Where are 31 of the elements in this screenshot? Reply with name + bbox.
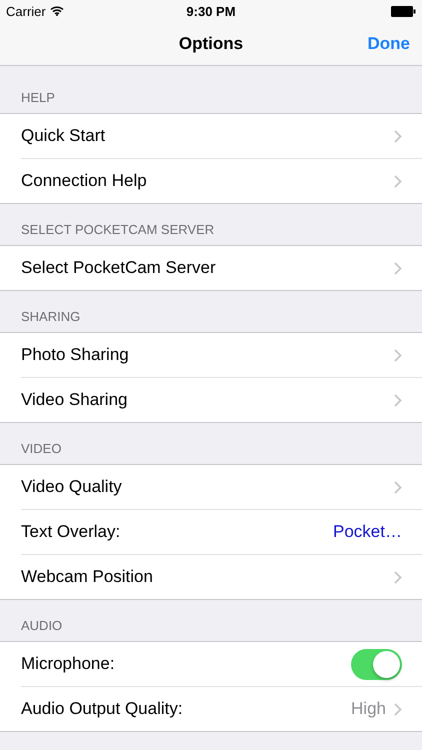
- row-label[interactable]: Connection Help: [21, 171, 147, 191]
- chevron-icon: [394, 702, 402, 716]
- row-label[interactable]: Text Overlay:: [21, 522, 120, 542]
- section-header: VIDEO: [21, 441, 62, 456]
- row-label[interactable]: Microphone:: [21, 654, 115, 674]
- chevron-icon: [394, 130, 402, 142]
- nav-title: Options: [178, 34, 244, 54]
- toggle-switch[interactable]: [351, 648, 402, 680]
- section-header: HELP: [21, 90, 55, 105]
- row-value: High: [351, 699, 386, 719]
- row-label[interactable]: Select PocketCam Server: [21, 258, 216, 278]
- chevron-icon: [394, 348, 402, 362]
- section-header: SHARING: [21, 309, 80, 324]
- chevron-icon: [394, 394, 402, 406]
- row-value: Pocket…: [333, 522, 402, 542]
- carrier-label: Carrier: [6, 4, 46, 18]
- row-label[interactable]: Audio Output Quality:: [21, 699, 183, 719]
- chevron-icon: [394, 570, 402, 584]
- chevron-icon: [394, 174, 402, 188]
- chevron-icon: [394, 480, 402, 494]
- row-label[interactable]: Webcam Position: [21, 567, 153, 587]
- row-label[interactable]: Video Quality: [21, 477, 122, 497]
- row-label[interactable]: Video Sharing: [21, 390, 128, 410]
- chevron-icon: [394, 262, 402, 274]
- section-header: SELECT POCKETCAM SERVER: [21, 222, 214, 237]
- status-time: 9:30 PM: [186, 4, 236, 18]
- section-header: AUDIO: [21, 618, 62, 633]
- wifi-icon: [50, 6, 64, 16]
- row-label[interactable]: Photo Sharing: [21, 345, 129, 365]
- row-label[interactable]: Quick Start: [21, 126, 106, 146]
- battery-icon: [391, 6, 416, 16]
